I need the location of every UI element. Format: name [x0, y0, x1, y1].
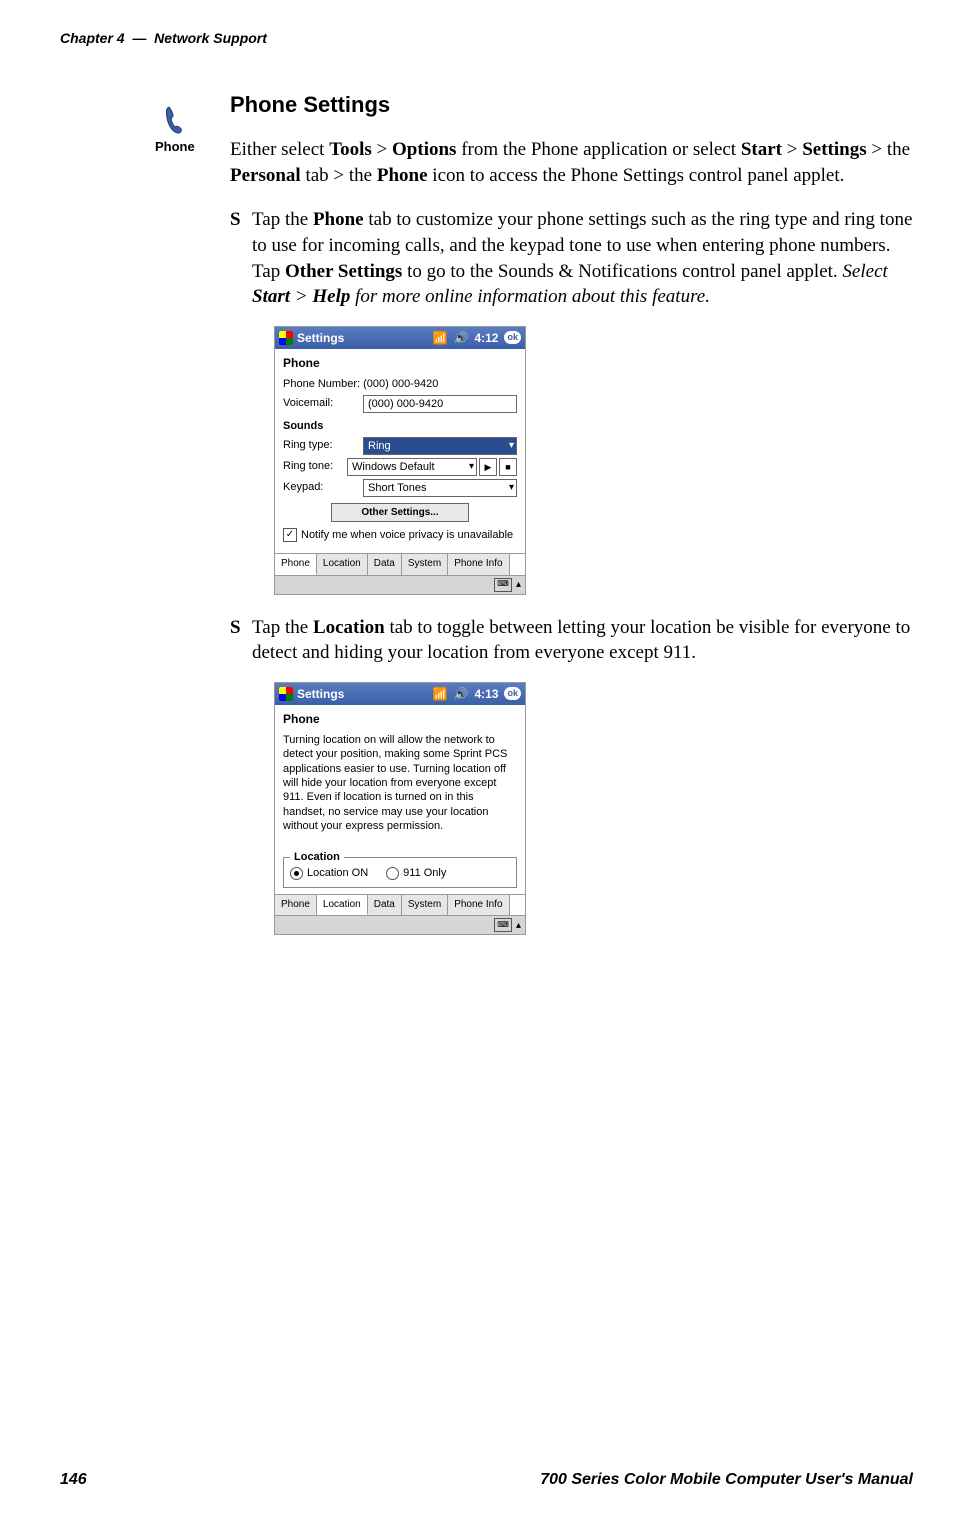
- ringtype-label: Ring type:: [283, 438, 363, 453]
- tab-data[interactable]: Data: [368, 554, 402, 575]
- location-fieldset: Location Location ON 911 Only: [283, 857, 517, 888]
- phone-app-icon-block: Phone: [155, 105, 195, 154]
- tab-system[interactable]: System: [402, 554, 448, 575]
- clock-text: 4:13: [474, 686, 498, 702]
- ringtone-label: Ring tone:: [283, 459, 347, 474]
- radio-dot-icon: [386, 867, 399, 880]
- chapter: Chapter 4: [60, 30, 125, 46]
- input-menu-icon[interactable]: ▴: [516, 578, 521, 592]
- location-description: Turning location on will allow the netwo…: [283, 733, 517, 833]
- start-flag-icon[interactable]: [279, 687, 293, 701]
- ringtone-select[interactable]: Windows Default: [347, 458, 477, 476]
- ok-button[interactable]: ok: [504, 687, 521, 700]
- speaker-icon: 🔊: [454, 330, 469, 346]
- stop-button[interactable]: ■: [499, 458, 517, 476]
- clock-text: 4:12: [474, 330, 498, 346]
- tab-bar: Phone Location Data System Phone Info: [275, 894, 525, 916]
- page-footer: 146 700 Series Color Mobile Computer Use…: [60, 1471, 913, 1489]
- tab-system[interactable]: System: [402, 895, 448, 916]
- ok-button[interactable]: ok: [504, 331, 521, 344]
- title-bar: Settings 📶 🔊 4:12 ok: [275, 327, 525, 349]
- voicemail-label: Voicemail:: [283, 396, 363, 411]
- section-title: Phone Settings: [230, 92, 920, 118]
- notify-checkbox[interactable]: ✓: [283, 528, 297, 542]
- tab-phone-info[interactable]: Phone Info: [448, 895, 509, 916]
- running-header: Chapter 4 — Network Support: [60, 30, 913, 46]
- voicemail-input[interactable]: (000) 000-9420: [363, 395, 517, 413]
- play-button[interactable]: ▶: [479, 458, 497, 476]
- keypad-label: Keypad:: [283, 480, 363, 495]
- sep: —: [132, 30, 146, 46]
- keyboard-icon[interactable]: ⌨: [494, 578, 512, 592]
- title-bar-text: Settings: [297, 330, 344, 346]
- tab-phone-info[interactable]: Phone Info: [448, 554, 509, 575]
- notify-label: Notify me when voice privacy is unavaila…: [301, 528, 513, 543]
- ringtype-select[interactable]: Ring: [363, 437, 517, 455]
- tab-phone[interactable]: Phone: [275, 554, 317, 575]
- manual-title: 700 Series Color Mobile Computer User's …: [540, 1471, 913, 1489]
- screenshot-location-tab: Settings 📶 🔊 4:13 ok Phone Turning locat…: [274, 682, 526, 936]
- other-settings-button[interactable]: Other Settings...: [331, 503, 469, 523]
- phone-icon-label: Phone: [155, 139, 195, 154]
- tab-location[interactable]: Location: [317, 895, 368, 916]
- phone-handset-icon: [164, 105, 186, 135]
- start-flag-icon[interactable]: [279, 331, 293, 345]
- input-menu-icon[interactable]: ▴: [516, 919, 521, 933]
- tab-location[interactable]: Location: [317, 554, 368, 575]
- bullet-location-tab: Tap the Location tab to toggle between l…: [230, 615, 920, 936]
- radio-911-only[interactable]: 911 Only: [386, 866, 446, 881]
- signal-icon: 📶: [433, 330, 448, 346]
- keyboard-icon[interactable]: ⌨: [494, 918, 512, 932]
- phone-number-label: Phone Number:: [283, 377, 360, 392]
- page-number: 146: [60, 1471, 87, 1489]
- app-title: Phone: [283, 355, 517, 371]
- intro-paragraph: Either select Tools > Options from the P…: [230, 137, 920, 188]
- radio-dot-icon: [290, 867, 303, 880]
- tab-data[interactable]: Data: [368, 895, 402, 916]
- chapter-title: Network Support: [154, 30, 267, 46]
- title-bar: Settings 📶 🔊 4:13 ok: [275, 683, 525, 705]
- bullet-phone-tab: Tap the Phone tab to customize your phon…: [230, 207, 920, 594]
- speaker-icon: 🔊: [454, 686, 469, 702]
- radio-location-on[interactable]: Location ON: [290, 866, 368, 881]
- screenshot-phone-tab: Settings 📶 🔊 4:12 ok Phone Phone Number:: [274, 326, 526, 595]
- phone-number-value: (000) 000-9420: [363, 377, 438, 392]
- location-legend: Location: [290, 850, 344, 865]
- tab-phone[interactable]: Phone: [275, 895, 317, 916]
- sounds-heading: Sounds: [283, 419, 517, 434]
- signal-icon: 📶: [433, 686, 448, 702]
- app-title: Phone: [283, 711, 517, 727]
- tab-bar: Phone Location Data System Phone Info: [275, 553, 525, 575]
- keypad-select[interactable]: Short Tones: [363, 479, 517, 497]
- title-bar-text: Settings: [297, 686, 344, 702]
